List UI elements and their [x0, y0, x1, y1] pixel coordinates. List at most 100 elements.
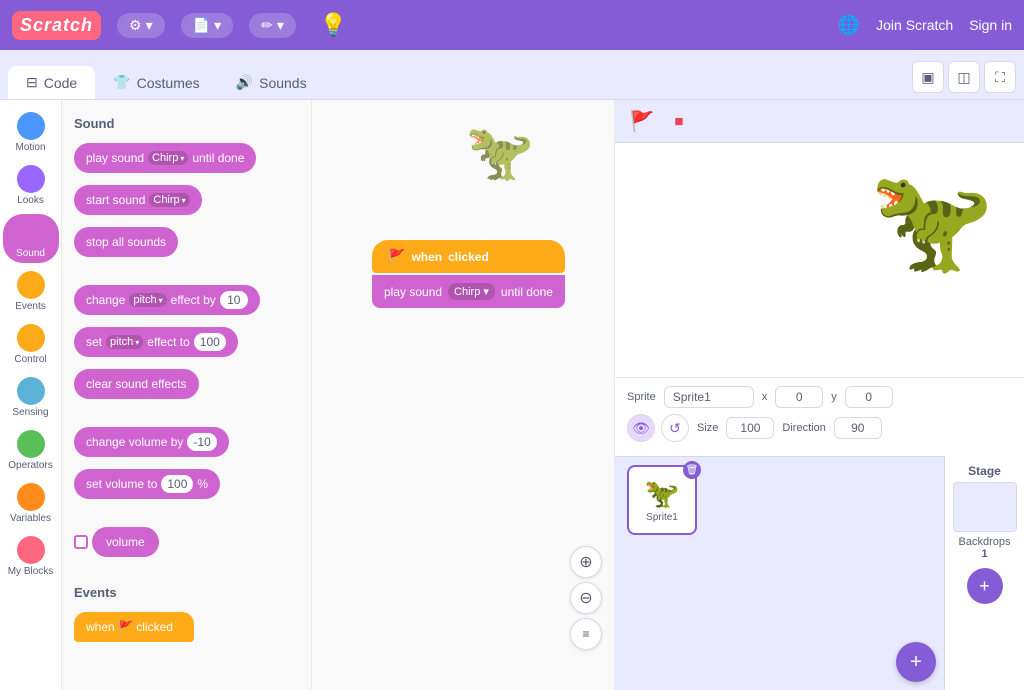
sprite-delete-button[interactable]: 🗑: [683, 461, 701, 479]
fullscreen-button[interactable]: ⛶: [984, 61, 1016, 93]
myblocks-dot: [17, 536, 45, 564]
sidebar-item-variables[interactable]: Variables: [3, 479, 59, 528]
block-set-effect[interactable]: set pitch ▾ effect to 100: [74, 323, 303, 361]
blocks-panel: Sound play sound Chirp ▾ until done star…: [62, 100, 312, 690]
motion-label: Motion: [15, 142, 45, 153]
stage-canvas[interactable]: 🦖: [615, 143, 1024, 377]
sidebar-item-looks[interactable]: Looks: [3, 161, 59, 210]
show-sprite-button[interactable]: 👁: [627, 414, 655, 442]
change-effect-block[interactable]: change pitch ▾ effect by 10: [74, 285, 260, 315]
stage-thumbnail[interactable]: [953, 482, 1017, 532]
direction-input[interactable]: [834, 417, 882, 439]
small-dino-decoration: 🦖: [466, 120, 534, 185]
events-dot: [17, 271, 45, 299]
sprite-name-input[interactable]: [664, 386, 754, 408]
sidebar-item-motion[interactable]: Motion: [3, 108, 59, 157]
tab-bar: ⊟ Code 👕 Costumes 🔊 Sounds ▣ ◫ ⛶: [0, 50, 1024, 100]
control-label: Control: [14, 354, 46, 365]
stop-sounds-block[interactable]: stop all sounds: [74, 227, 178, 257]
stage-title: Stage: [968, 464, 1001, 478]
right-panel: 🚩 ⏹ 🦖 Sprite x y 👁 ↺: [614, 100, 1024, 690]
add-backdrop-button[interactable]: +: [967, 568, 1003, 604]
set-effect-block[interactable]: set pitch ▾ effect to 100: [74, 327, 238, 357]
stage-controls: 🚩 ⏹: [615, 100, 1024, 143]
sensing-label: Sensing: [12, 407, 48, 418]
script-area[interactable]: 🦖 🚩 when clicked play sound Chirp ▾ unti…: [312, 100, 614, 690]
volume-checkbox[interactable]: [74, 535, 88, 549]
sensing-dot: [17, 377, 45, 405]
sprite-thumb-sprite1[interactable]: 🗑 🦖 Sprite1: [627, 465, 697, 535]
zoom-controls: ⊕ ⊖ ≡: [570, 546, 602, 650]
green-flag-button[interactable]: 🚩: [627, 106, 657, 136]
edit-arrow-icon: ▾: [277, 17, 284, 34]
sidebar-item-sensing[interactable]: Sensing: [3, 373, 59, 422]
sprite-row-1: Sprite x y: [627, 386, 1012, 408]
sprite-visibility-icons: 👁 ↺: [627, 414, 689, 442]
sidebar-item-control[interactable]: Control: [3, 320, 59, 369]
block-clear-effects[interactable]: clear sound effects: [74, 365, 303, 403]
block-change-volume[interactable]: change volume by -10: [74, 423, 303, 461]
sidebar-item-myblocks[interactable]: My Blocks: [3, 532, 59, 581]
block-play-sound-until[interactable]: play sound Chirp ▾ until done: [74, 139, 303, 177]
zoom-out-button[interactable]: ⊖: [570, 582, 602, 614]
x-input[interactable]: [775, 386, 823, 408]
set-volume-block[interactable]: set volume to 100 %: [74, 469, 220, 499]
edit-button[interactable]: ✏ ▾: [249, 13, 296, 38]
backdrops-label: Backdrops: [959, 536, 1011, 548]
settings-button[interactable]: ⚙ ▾: [117, 13, 165, 38]
zoom-in-button[interactable]: ⊕: [570, 546, 602, 578]
volume-block[interactable]: volume: [92, 527, 159, 557]
change-volume-block[interactable]: change volume by -10: [74, 427, 229, 457]
scratch-logo[interactable]: Scratch: [12, 11, 101, 40]
stop-button[interactable]: ⏹: [665, 107, 693, 135]
block-start-sound[interactable]: start sound Chirp ▾: [74, 181, 303, 219]
y-input[interactable]: [845, 386, 893, 408]
hide-sprite-button[interactable]: ↺: [661, 414, 689, 442]
sounds-icon: 🔊: [236, 74, 253, 91]
sign-in-link[interactable]: Sign in: [969, 17, 1012, 33]
block-volume-reporter[interactable]: volume: [74, 523, 303, 561]
playback-controls: 🚩 ⏹: [627, 106, 693, 136]
fit-button[interactable]: ≡: [570, 618, 602, 650]
sidebar-item-events[interactable]: Events: [3, 267, 59, 316]
tab-costumes[interactable]: 👕 Costumes: [95, 66, 217, 99]
sprite-info: Sprite x y 👁 ↺ Size Direction: [615, 377, 1024, 456]
join-scratch-link[interactable]: Join Scratch: [876, 17, 953, 33]
looks-label: Looks: [17, 195, 44, 206]
costumes-icon: 👕: [113, 74, 130, 91]
pencil-icon: ✏: [261, 17, 273, 34]
tutorials-arrow-icon: ▾: [214, 17, 221, 34]
script-group: 🚩 when clicked play sound Chirp ▾ until …: [372, 240, 565, 308]
sprite-thumb-icon: 🦖: [645, 477, 680, 510]
sidebar-item-operators[interactable]: Operators: [3, 426, 59, 475]
start-sound-block[interactable]: start sound Chirp ▾: [74, 185, 202, 215]
script-play-sound-block[interactable]: play sound Chirp ▾ until done: [372, 275, 565, 308]
myblocks-label: My Blocks: [8, 566, 54, 577]
tutorials-icon: 📄: [193, 17, 210, 34]
motion-dot: [17, 112, 45, 140]
add-sprite-button[interactable]: +: [896, 642, 936, 682]
category-sidebar: Motion Looks Sound Events Control Sensin…: [0, 100, 62, 690]
sidebar-item-sound[interactable]: Sound: [3, 214, 59, 263]
globe-icon[interactable]: 🌐: [838, 15, 860, 36]
tutorials-button[interactable]: 📄 ▾: [181, 13, 233, 38]
hat-block[interactable]: 🚩 when clicked: [372, 240, 565, 273]
tab-code[interactable]: ⊟ Code: [8, 66, 95, 99]
variables-dot: [17, 483, 45, 511]
size-input[interactable]: [726, 417, 774, 439]
events-label: Events: [15, 301, 46, 312]
small-stage-button[interactable]: ▣: [912, 61, 944, 93]
large-stage-button[interactable]: ◫: [948, 61, 980, 93]
block-change-effect[interactable]: change pitch ▾ effect by 10: [74, 281, 303, 319]
block-set-volume[interactable]: set volume to 100 %: [74, 465, 303, 503]
tab-sounds[interactable]: 🔊 Sounds: [218, 66, 325, 99]
block-stop-all-sounds[interactable]: stop all sounds: [74, 223, 303, 261]
flag-icon-script: 🚩: [388, 248, 405, 265]
size-label: Size: [697, 422, 718, 434]
dinosaur-sprite: 🦖: [869, 163, 994, 280]
play-sound-until-block[interactable]: play sound Chirp ▾ until done: [74, 143, 256, 173]
lightbulb-icon: 💡: [320, 12, 347, 38]
sound-dot: [17, 218, 45, 246]
clear-effects-block[interactable]: clear sound effects: [74, 369, 199, 399]
block-events-placeholder[interactable]: when 🚩 clicked: [74, 608, 303, 646]
